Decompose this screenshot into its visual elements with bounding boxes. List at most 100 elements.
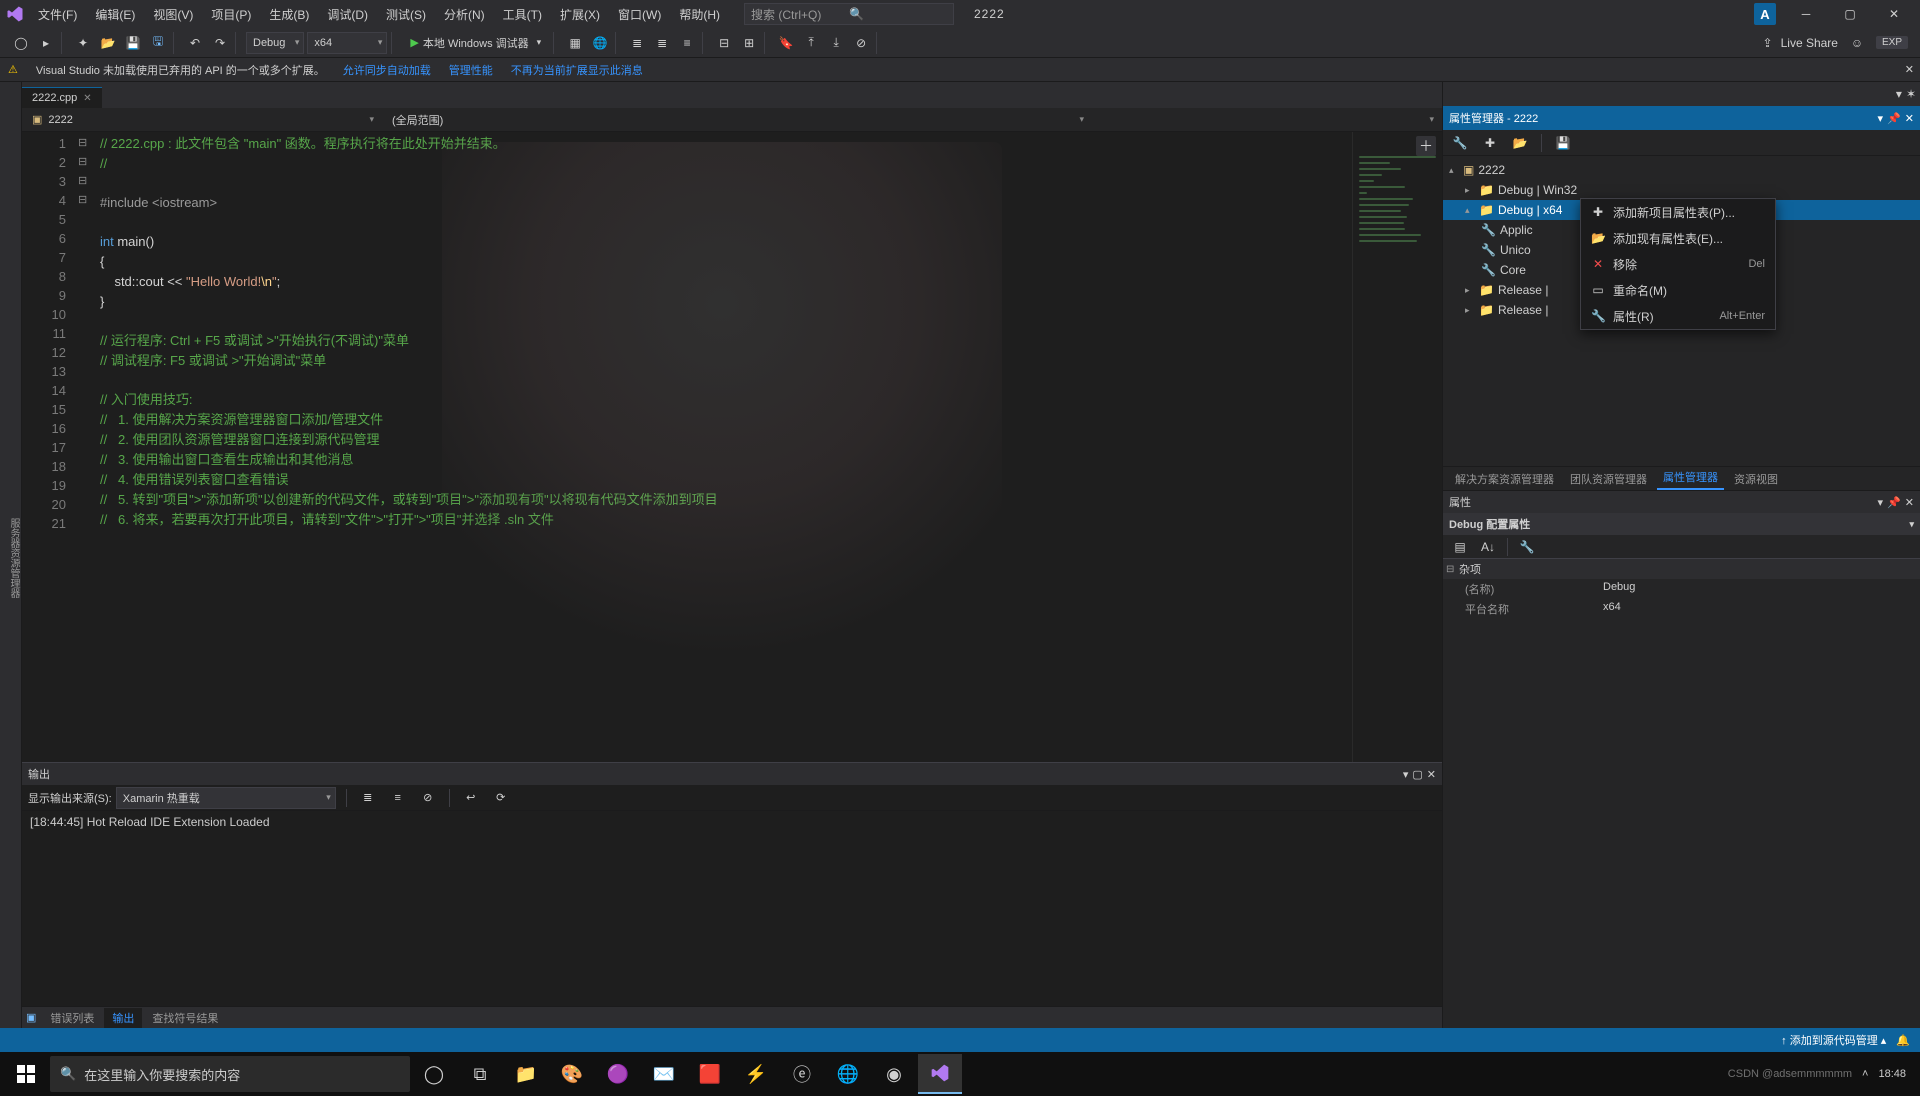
clock[interactable]: 18:48	[1878, 1068, 1906, 1080]
liveshare-icon[interactable]: ⇪	[1763, 36, 1773, 50]
menu-tools[interactable]: 工具(T)	[495, 3, 550, 26]
menu-window[interactable]: 窗口(W)	[610, 3, 669, 26]
output-wrap-icon[interactable]: ↩	[460, 787, 482, 809]
close-icon[interactable]: ✕	[1427, 768, 1436, 781]
output-source-dropdown[interactable]: Xamarin 热重载	[116, 787, 336, 809]
panel-dropdown-icon[interactable]: ▾	[1896, 87, 1902, 101]
taskbar-search[interactable]: 🔍 在这里输入你要搜索的内容	[50, 1056, 410, 1092]
save-sheet-icon[interactable]: 💾	[1552, 132, 1574, 154]
menu-build[interactable]: 生成(B)	[261, 3, 317, 26]
undo-icon[interactable]: ↶	[184, 32, 206, 54]
nav-back-icon[interactable]: ◯	[10, 32, 32, 54]
gear-icon[interactable]: ✶	[1906, 87, 1916, 101]
menu-help[interactable]: 帮助(H)	[671, 3, 728, 26]
menu-edit[interactable]: 编辑(E)	[87, 3, 143, 26]
liveshare-label[interactable]: Live Share	[1781, 36, 1838, 50]
info-close-icon[interactable]: ✕	[1905, 63, 1914, 76]
feedback-icon[interactable]: ☺	[1846, 32, 1868, 54]
start-debug-button[interactable]: ▶本地 Windows 调试器▾	[402, 32, 549, 54]
close-icon[interactable]: ✕	[83, 93, 91, 104]
tree-root[interactable]: ▴▣2222	[1443, 160, 1920, 180]
minimap[interactable]: ＋	[1352, 132, 1442, 762]
start-button[interactable]	[4, 1054, 48, 1094]
chevron-down-icon[interactable]: ▾	[1403, 768, 1409, 781]
paint-icon[interactable]: 🎨	[550, 1054, 594, 1094]
nav-fwd-icon[interactable]: ▸	[35, 32, 57, 54]
explorer-icon[interactable]: 📁	[504, 1054, 548, 1094]
comment-icon[interactable]: ⊟	[713, 32, 735, 54]
tab-output[interactable]: 输出	[104, 1008, 142, 1028]
tray-up-icon[interactable]: ˄	[1862, 1068, 1868, 1080]
alpha-sort-icon[interactable]: A↓	[1477, 536, 1499, 558]
step-icon-3[interactable]: ≡	[676, 32, 698, 54]
tab-solution-explorer[interactable]: 解决方案资源管理器	[1449, 468, 1560, 490]
ctx-add-existing-sheet[interactable]: 📂添加现有属性表(E)...	[1581, 225, 1775, 251]
menu-project[interactable]: 项目(P)	[203, 3, 259, 26]
app-icon[interactable]: 🟣	[596, 1054, 640, 1094]
bookmark-clear-icon[interactable]: ⊘	[850, 32, 872, 54]
code-editor[interactable]: 123456789101112131415161718192021 ⊟⊟⊟⊟ /…	[22, 132, 1442, 762]
ctx-remove[interactable]: ✕移除Del	[1581, 251, 1775, 277]
step-icon-2[interactable]: ≣	[651, 32, 673, 54]
toolbox-icon[interactable]: ▦	[564, 32, 586, 54]
maximize-button[interactable]: ▢	[1830, 2, 1870, 26]
visualstudio-icon[interactable]	[918, 1054, 962, 1094]
pin-icon[interactable]: 📌	[1887, 496, 1901, 509]
app-icon-bolt[interactable]: ⚡	[734, 1054, 778, 1094]
tab-find-symbols[interactable]: 查找符号结果	[144, 1008, 226, 1028]
new-item-icon[interactable]: ✦	[72, 32, 94, 54]
ctx-add-new-sheet[interactable]: ✚添加新项目属性表(P)...	[1581, 199, 1775, 225]
nav-scope-dropdown[interactable]: (全局范围)	[382, 112, 1092, 128]
menu-view[interactable]: 视图(V)	[145, 3, 201, 26]
ie-icon[interactable]: ⓔ	[780, 1054, 824, 1094]
menu-debug[interactable]: 调试(D)	[319, 3, 376, 26]
task-view-icon[interactable]: ⧉	[458, 1054, 502, 1094]
chrome-icon[interactable]: ◉	[872, 1054, 916, 1094]
source-control-button[interactable]: ↑ 添加到源代码管理 ▴	[1781, 1032, 1886, 1048]
prop-row[interactable]: 平台名称x64	[1443, 599, 1920, 619]
info-link-dismiss[interactable]: 不再为当前扩展显示此消息	[511, 62, 643, 78]
close-button[interactable]: ✕	[1874, 2, 1914, 26]
app-icon-red[interactable]: 🟥	[688, 1054, 732, 1094]
file-tab-active[interactable]: 2222.cpp ✕	[22, 87, 102, 108]
ctx-rename[interactable]: ▭重命名(M)	[1581, 277, 1775, 303]
split-editor-icon[interactable]: ＋	[1416, 136, 1436, 156]
account-badge[interactable]: A	[1754, 3, 1776, 25]
info-link-perf[interactable]: 管理性能	[449, 62, 493, 78]
open-sheet-icon[interactable]: 📂	[1509, 132, 1531, 154]
notifications-icon[interactable]: 🔔	[1896, 1034, 1910, 1047]
chevron-down-icon[interactable]: ▾	[1878, 112, 1884, 125]
chevron-down-icon[interactable]: ▾	[1878, 496, 1884, 509]
pin-icon[interactable]: 📌	[1887, 112, 1901, 125]
maximize-icon[interactable]: ▢	[1412, 768, 1422, 781]
bookmark-prev-icon[interactable]: ⤒	[800, 32, 822, 54]
menu-test[interactable]: 测试(S)	[378, 3, 434, 26]
platform-dropdown[interactable]: x64	[307, 32, 387, 54]
info-link-allow[interactable]: 允许同步自动加载	[343, 62, 431, 78]
tab-team-explorer[interactable]: 团队资源管理器	[1564, 468, 1653, 490]
output-body[interactable]: [18:44:45] Hot Reload IDE Extension Load…	[22, 811, 1442, 1006]
wrench-icon[interactable]: 🔧	[1449, 132, 1471, 154]
browser-icon[interactable]: 🌐	[589, 32, 611, 54]
prop-category[interactable]: 杂项	[1443, 559, 1920, 579]
tab-property-manager[interactable]: 属性管理器	[1657, 466, 1724, 490]
redo-icon[interactable]: ↷	[209, 32, 231, 54]
output-icon-1[interactable]: ≣	[357, 787, 379, 809]
tab-error-list[interactable]: 错误列表	[42, 1008, 102, 1028]
close-icon[interactable]: ✕	[1905, 112, 1914, 125]
ctx-properties[interactable]: 🔧属性(R)Alt+Enter	[1581, 303, 1775, 329]
open-icon[interactable]: 📂	[97, 32, 119, 54]
code-content[interactable]: // 2222.cpp : 此文件包含 "main" 函数。程序执行将在此处开始…	[94, 132, 1352, 762]
tab-resource-view[interactable]: 资源视图	[1728, 468, 1784, 490]
prop-wrench-icon[interactable]: 🔧	[1516, 536, 1538, 558]
uncomment-icon[interactable]: ⊞	[738, 32, 760, 54]
menu-extensions[interactable]: 扩展(X)	[552, 3, 608, 26]
prop-row[interactable]: (名称)Debug	[1443, 579, 1920, 599]
save-icon[interactable]: 💾	[122, 32, 144, 54]
tree-config[interactable]: ▸📁Debug | Win32	[1443, 180, 1920, 200]
nav-project-dropdown[interactable]: ▣2222	[22, 113, 382, 126]
output-icon-3[interactable]: ⊘	[417, 787, 439, 809]
output-clear-icon[interactable]: ⟳	[490, 787, 512, 809]
step-icon-1[interactable]: ≣	[626, 32, 648, 54]
cortana-icon[interactable]: ◯	[412, 1054, 456, 1094]
